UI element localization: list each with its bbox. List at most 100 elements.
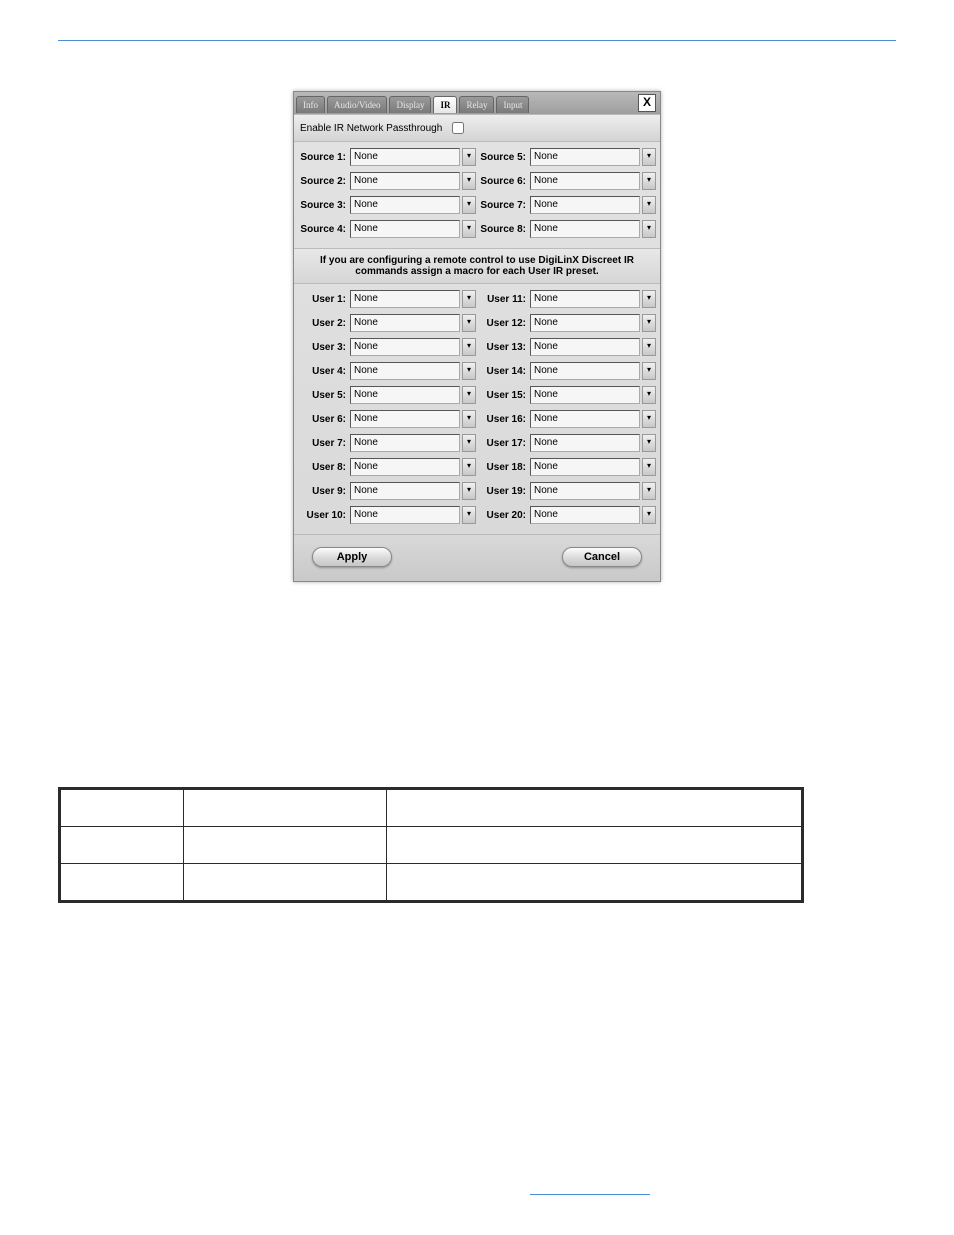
user-select[interactable]: None: [350, 314, 460, 332]
source-select[interactable]: None: [530, 172, 640, 190]
user-label: User 16:: [478, 414, 528, 425]
source-select[interactable]: None: [530, 220, 640, 238]
page-top-rule: [58, 40, 896, 41]
button-bar: Apply Cancel: [294, 534, 660, 581]
chevron-down-icon[interactable]: ▾: [462, 148, 476, 166]
passthrough-label: Enable IR Network Passthrough: [300, 123, 442, 134]
chevron-down-icon[interactable]: ▾: [462, 386, 476, 404]
user-select[interactable]: None: [530, 458, 640, 476]
passthrough-checkbox[interactable]: [452, 122, 464, 134]
user-select[interactable]: None: [350, 482, 460, 500]
user-select[interactable]: None: [530, 410, 640, 428]
chevron-down-icon[interactable]: ▾: [462, 196, 476, 214]
chevron-down-icon[interactable]: ▾: [642, 386, 656, 404]
chevron-down-icon[interactable]: ▾: [462, 220, 476, 238]
chevron-down-icon[interactable]: ▾: [642, 172, 656, 190]
source-select[interactable]: None: [350, 196, 460, 214]
cancel-button[interactable]: Cancel: [562, 547, 642, 567]
user-label: User 13:: [478, 342, 528, 353]
source-label: Source 2:: [298, 176, 348, 187]
chevron-down-icon[interactable]: ▾: [642, 148, 656, 166]
chevron-down-icon[interactable]: ▾: [462, 314, 476, 332]
bottom-rule: [530, 1193, 650, 1195]
chevron-down-icon[interactable]: ▾: [642, 314, 656, 332]
source-label: Source 7:: [478, 200, 528, 211]
user-select[interactable]: None: [530, 434, 640, 452]
source-select[interactable]: None: [530, 196, 640, 214]
chevron-down-icon[interactable]: ▾: [462, 172, 476, 190]
chevron-down-icon[interactable]: ▾: [642, 220, 656, 238]
user-select[interactable]: None: [530, 506, 640, 524]
chevron-down-icon[interactable]: ▾: [642, 362, 656, 380]
source-label: Source 8:: [478, 224, 528, 235]
tab-input[interactable]: Input: [496, 96, 529, 113]
user-label: User 3:: [298, 342, 348, 353]
chevron-down-icon[interactable]: ▾: [462, 290, 476, 308]
instruction-text: If you are configuring a remote control …: [294, 248, 660, 284]
source-label: Source 6:: [478, 176, 528, 187]
tab-display[interactable]: Display: [389, 96, 431, 113]
user-select[interactable]: None: [350, 362, 460, 380]
source-select[interactable]: None: [350, 220, 460, 238]
user-select[interactable]: None: [350, 290, 460, 308]
user-select[interactable]: None: [530, 314, 640, 332]
chevron-down-icon[interactable]: ▾: [462, 482, 476, 500]
user-select[interactable]: None: [530, 290, 640, 308]
user-select[interactable]: None: [350, 386, 460, 404]
user-select[interactable]: None: [530, 386, 640, 404]
apply-button[interactable]: Apply: [312, 547, 392, 567]
tab-info[interactable]: Info: [296, 96, 325, 113]
user-label: User 8:: [298, 462, 348, 473]
tab-ir[interactable]: IR: [433, 96, 457, 113]
user-label: User 20:: [478, 510, 528, 521]
tab-relay[interactable]: Relay: [459, 96, 494, 113]
chevron-down-icon[interactable]: ▾: [462, 338, 476, 356]
chevron-down-icon[interactable]: ▾: [642, 434, 656, 452]
user-label: User 11:: [478, 294, 528, 305]
source-label: Source 5:: [478, 152, 528, 163]
ir-config-panel: Info Audio/Video Display IR Relay Input …: [293, 91, 661, 582]
chevron-down-icon[interactable]: ▾: [462, 458, 476, 476]
chevron-down-icon[interactable]: ▾: [462, 506, 476, 524]
tab-strip: Info Audio/Video Display IR Relay Input …: [294, 92, 660, 114]
user-select[interactable]: None: [530, 482, 640, 500]
user-label: User 2:: [298, 318, 348, 329]
user-select[interactable]: None: [350, 338, 460, 356]
table-row: [60, 789, 803, 827]
chevron-down-icon[interactable]: ▾: [642, 458, 656, 476]
source-label: Source 3:: [298, 200, 348, 211]
chevron-down-icon[interactable]: ▾: [642, 410, 656, 428]
tab-audio-video[interactable]: Audio/Video: [327, 96, 387, 113]
chevron-down-icon[interactable]: ▾: [462, 434, 476, 452]
user-select[interactable]: None: [350, 410, 460, 428]
user-label: User 17:: [478, 438, 528, 449]
source-select[interactable]: None: [530, 148, 640, 166]
user-label: User 5:: [298, 390, 348, 401]
user-select[interactable]: None: [530, 338, 640, 356]
user-label: User 4:: [298, 366, 348, 377]
user-select[interactable]: None: [530, 362, 640, 380]
source-label: Source 4:: [298, 224, 348, 235]
chevron-down-icon[interactable]: ▾: [462, 362, 476, 380]
user-select[interactable]: None: [350, 458, 460, 476]
close-button[interactable]: X: [638, 94, 656, 112]
user-label: User 14:: [478, 366, 528, 377]
user-label: User 19:: [478, 486, 528, 497]
users-section: User 1:None▾User 11:None▾User 2:None▾Use…: [294, 284, 660, 534]
user-label: User 9:: [298, 486, 348, 497]
user-label: User 18:: [478, 462, 528, 473]
lower-table: [58, 787, 804, 903]
chevron-down-icon[interactable]: ▾: [642, 338, 656, 356]
user-select[interactable]: None: [350, 506, 460, 524]
chevron-down-icon[interactable]: ▾: [642, 290, 656, 308]
chevron-down-icon[interactable]: ▾: [642, 196, 656, 214]
source-select[interactable]: None: [350, 148, 460, 166]
user-label: User 10:: [298, 510, 348, 521]
chevron-down-icon[interactable]: ▾: [642, 506, 656, 524]
user-select[interactable]: None: [350, 434, 460, 452]
user-label: User 7:: [298, 438, 348, 449]
chevron-down-icon[interactable]: ▾: [642, 482, 656, 500]
user-label: User 15:: [478, 390, 528, 401]
source-select[interactable]: None: [350, 172, 460, 190]
chevron-down-icon[interactable]: ▾: [462, 410, 476, 428]
